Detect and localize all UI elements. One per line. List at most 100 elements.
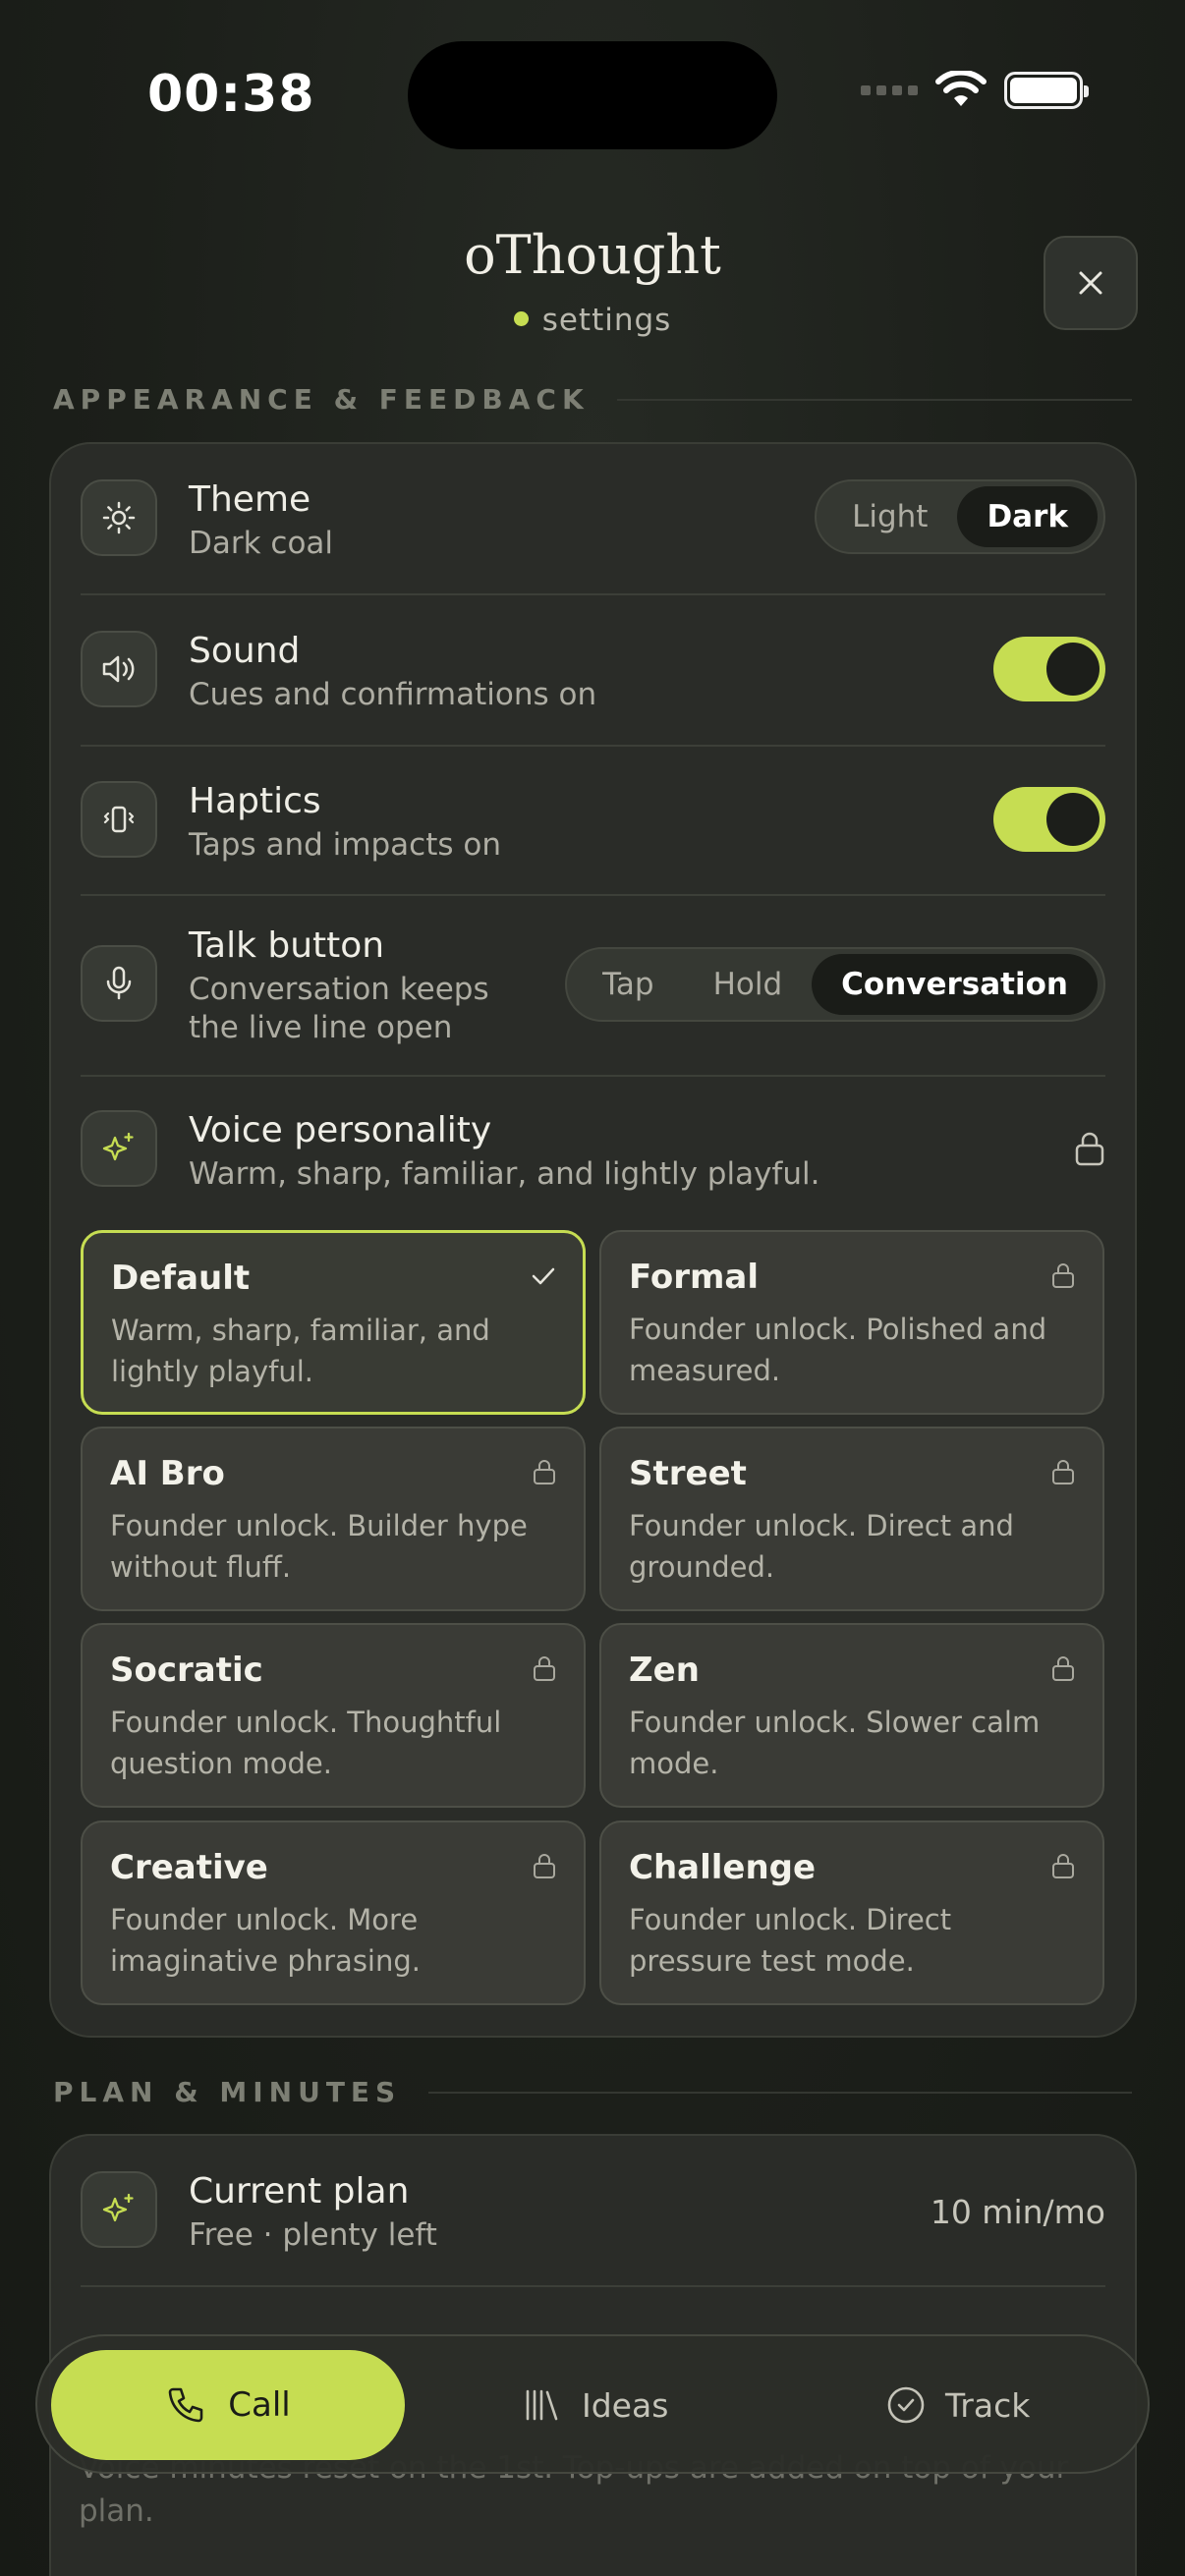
talk-button-title: Talk button	[189, 925, 385, 966]
voice-personality-row: Voice personality Warm, sharp, familiar,…	[81, 1110, 1105, 1192]
app-title: oThought	[464, 224, 721, 286]
status-icons	[861, 71, 1089, 110]
personality-desc: Warm, sharp, familiar, and lightly playfu…	[111, 1314, 490, 1388]
status-dot-icon	[513, 311, 529, 326]
personality-desc: Founder unlock. Slower calm mode.	[629, 1706, 1041, 1780]
personality-desc: Founder unlock. More imaginative phrasing…	[110, 1903, 421, 1978]
sound-title: Sound	[189, 631, 301, 671]
theme-title: Theme	[189, 479, 311, 520]
app-subtitle: settings	[0, 303, 1185, 338]
current-plan-title: Current plan	[189, 2171, 410, 2212]
lock-icon	[531, 1654, 558, 1682]
toggle-knob	[1046, 793, 1100, 846]
tab-track[interactable]: Track	[886, 2350, 1030, 2460]
check-icon	[530, 1262, 557, 1290]
lock-icon	[1049, 1852, 1077, 1879]
personality-name: AI Bro	[110, 1454, 225, 1493]
personality-name: Challenge	[629, 1848, 817, 1887]
current-plan-subtitle: Free · plenty left	[189, 2217, 437, 2253]
phone-icon	[168, 2387, 203, 2423]
close-icon	[1079, 271, 1102, 295]
personality-desc: Founder unlock. Thoughtful question mode.	[110, 1706, 502, 1780]
check-circle-icon	[887, 2386, 925, 2424]
status-time: 00:38	[147, 65, 315, 124]
personality-name: Default	[111, 1259, 251, 1298]
personality-street[interactable]: Street Founder unlock. Direct and grounde…	[599, 1427, 1104, 1611]
personality-creative[interactable]: Creative Founder unlock. More imaginative…	[81, 1820, 586, 2005]
close-button[interactable]	[1044, 236, 1138, 330]
sound-row: Sound Cues and confirmations on	[81, 631, 1105, 712]
appearance-card: Theme Dark coal Light Dark Sound Cues an…	[49, 442, 1137, 2038]
sun-icon	[81, 479, 157, 556]
personality-name: Socratic	[110, 1651, 263, 1690]
library-icon	[526, 2389, 558, 2421]
lock-icon	[531, 1458, 558, 1485]
row-divider	[81, 745, 1105, 747]
current-plan-row[interactable]: Current plan Free · plenty left 10 min/m…	[81, 2171, 1105, 2253]
tab-ideas[interactable]: Ideas	[523, 2350, 668, 2460]
lock-icon	[1049, 1261, 1077, 1289]
bottom-tab-bar: Call Ideas Track	[35, 2334, 1150, 2474]
voice-personality-title: Voice personality	[189, 1110, 492, 1150]
sound-subtitle: Cues and confirmations on	[189, 677, 597, 712]
settings-screen: 00:38 oThought settings APPEARANCE & FEE…	[0, 0, 1185, 2576]
row-divider	[81, 894, 1105, 896]
row-divider	[81, 2285, 1105, 2287]
dynamic-island	[408, 41, 777, 149]
sparkles-icon	[81, 2171, 157, 2248]
plan-minutes-value: 10 min/mo	[930, 2193, 1105, 2231]
talk-option-conversation[interactable]: Conversation	[812, 954, 1098, 1015]
theme-option-dark[interactable]: Dark	[957, 486, 1098, 547]
personality-name: Creative	[110, 1848, 268, 1887]
voice-personality-subtitle: Warm, sharp, familiar, and lightly playf…	[189, 1156, 820, 1192]
personality-zen[interactable]: Zen Founder unlock. Slower calm mode.	[599, 1623, 1104, 1808]
theme-option-light[interactable]: Light	[822, 486, 957, 547]
tab-call-label: Call	[228, 2385, 291, 2425]
theme-row: Theme Dark coal Light Dark	[81, 479, 1105, 561]
wifi-icon	[935, 71, 987, 106]
personality-ai-bro[interactable]: AI Bro Founder unlock. Builder hype witho…	[81, 1427, 586, 1611]
personality-desc: Founder unlock. Direct and grounded.	[629, 1509, 1014, 1584]
personality-challenge[interactable]: Challenge Founder unlock. Direct pressure…	[599, 1820, 1104, 2005]
personality-desc: Founder unlock. Polished and measured.	[629, 1313, 1047, 1387]
section-divider	[616, 398, 1132, 401]
personality-socratic[interactable]: Socratic Founder unlock. Thoughtful quest…	[81, 1623, 586, 1808]
row-divider	[81, 1075, 1105, 1077]
battery-icon	[1004, 72, 1089, 109]
haptics-toggle[interactable]	[993, 787, 1105, 852]
row-divider	[81, 593, 1105, 595]
cellular-signal-icon	[861, 85, 918, 95]
section-header-plan: PLAN & MINUTES	[53, 2076, 1132, 2108]
lock-icon	[1049, 1458, 1077, 1485]
tab-call[interactable]: Call	[51, 2350, 405, 2460]
theme-segmented-control: Light Dark	[815, 479, 1105, 554]
tab-track-label: Track	[945, 2385, 1031, 2425]
personality-desc: Founder unlock. Direct pressure test mode…	[629, 1903, 952, 1978]
personality-formal[interactable]: Formal Founder unlock. Polished and measu…	[599, 1230, 1104, 1415]
lock-icon	[531, 1852, 558, 1879]
talk-button-subtitle-2: the live line open	[189, 1010, 453, 1045]
personality-name: Street	[629, 1454, 747, 1493]
sparkles-icon	[81, 1110, 157, 1187]
lock-icon	[1074, 1130, 1105, 1171]
personality-desc: Founder unlock. Builder hype without fluf…	[110, 1509, 528, 1584]
vibration-icon	[81, 781, 157, 858]
section-label: APPEARANCE & FEEDBACK	[53, 383, 590, 416]
talk-option-hold[interactable]: Hold	[684, 954, 813, 1015]
talk-option-tap[interactable]: Tap	[573, 954, 683, 1015]
tab-ideas-label: Ideas	[582, 2385, 669, 2425]
personality-default[interactable]: Default Warm, sharp, familiar, and lightl…	[81, 1230, 586, 1415]
toggle-knob	[1046, 643, 1100, 696]
talk-mode-segmented-control: Tap Hold Conversation	[565, 947, 1105, 1022]
personality-name: Zen	[629, 1651, 700, 1690]
theme-subtitle: Dark coal	[189, 526, 334, 561]
subtitle-text: settings	[541, 303, 672, 338]
lock-icon	[1049, 1654, 1077, 1682]
section-header-appearance: APPEARANCE & FEEDBACK	[53, 383, 1132, 416]
sound-toggle[interactable]	[993, 637, 1105, 701]
haptics-subtitle: Taps and impacts on	[189, 827, 501, 863]
talk-button-row: Talk button Conversation keeps the live …	[81, 925, 1105, 1045]
section-divider	[428, 2091, 1132, 2094]
section-label: PLAN & MINUTES	[53, 2076, 402, 2108]
haptics-row: Haptics Taps and impacts on	[81, 781, 1105, 863]
